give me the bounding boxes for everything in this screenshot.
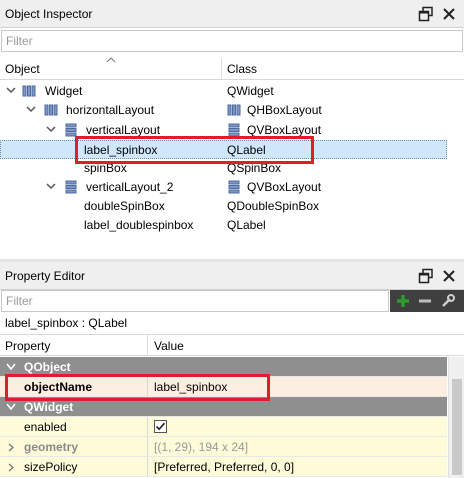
vbox-layout-icon	[65, 123, 77, 137]
collapse-arrow-icon[interactable]	[26, 104, 36, 114]
tree-class-name: QWidget	[227, 84, 274, 98]
col-value-header[interactable]: Value	[154, 339, 184, 353]
tree-class-name: QLabel	[227, 218, 266, 232]
tree-object-name: spinBox	[84, 161, 127, 175]
tree-row-widget[interactable]: Widget QWidget	[0, 82, 447, 101]
tree-class-name: QDoubleSpinBox	[227, 199, 320, 213]
expand-arrow-icon[interactable]	[8, 463, 14, 472]
collapse-arrow-icon[interactable]	[6, 403, 16, 411]
tree-object-name: Widget	[45, 84, 83, 98]
collapse-arrow-icon[interactable]	[46, 124, 56, 134]
col-object-header[interactable]: Object	[5, 62, 40, 76]
property-filter-input[interactable]: Filter	[1, 290, 389, 312]
tree-object-name: verticalLayout	[86, 123, 161, 137]
property-scrollbar[interactable]	[448, 357, 464, 478]
property-value[interactable]: [Preferred, Preferred, 0, 0]	[154, 460, 294, 474]
checkbox-checked-icon[interactable]	[154, 420, 167, 433]
filter-placeholder: Filter	[6, 294, 33, 308]
tree-row-label-spinbox[interactable]: label_spinbox QLabel	[0, 140, 447, 159]
collapse-arrow-icon[interactable]	[6, 363, 16, 371]
form-layout-icon	[22, 85, 36, 97]
vbox-layout-icon	[65, 180, 77, 194]
group-name: QWidget	[24, 400, 74, 414]
close-icon[interactable]	[441, 268, 457, 284]
property-name: objectName	[24, 380, 93, 394]
property-name: sizePolicy	[24, 460, 78, 474]
tree-row-double-spinbox[interactable]: doubleSpinBox QDoubleSpinBox	[0, 197, 447, 216]
float-icon[interactable]	[418, 6, 434, 22]
column-divider	[147, 437, 148, 456]
property-toolbar	[390, 290, 464, 312]
column-divider	[147, 377, 148, 396]
property-row-geometry[interactable]: geometry [(1, 29), 194 x 24]	[0, 437, 447, 457]
column-separator[interactable]	[221, 58, 222, 79]
property-table-header: Property Value	[0, 334, 464, 356]
scrollbar-thumb[interactable]	[452, 379, 462, 475]
col-property-header[interactable]: Property	[5, 339, 50, 353]
col-class-header[interactable]: Class	[227, 62, 257, 76]
property-value[interactable]: [(1, 29), 194 x 24]	[154, 440, 248, 454]
object-inspector-titlebar: Object Inspector	[0, 0, 464, 28]
column-separator[interactable]	[147, 335, 148, 355]
collapse-arrow-icon[interactable]	[6, 85, 16, 95]
vbox-layout-icon	[228, 180, 240, 194]
property-editor-titlebar: Property Editor	[0, 262, 464, 290]
tree-row-spinbox[interactable]: spinBox QSpinBox	[0, 159, 447, 178]
tree-class-name: QHBoxLayout	[247, 103, 322, 117]
sort-indicator-icon	[106, 57, 116, 63]
property-row-objectname[interactable]: objectName label_spinbox	[0, 377, 447, 397]
hbox-layout-icon	[44, 104, 58, 116]
object-inspector-title: Object Inspector	[5, 7, 93, 21]
tree-row-label-doublespinbox[interactable]: label_doublespinbox QLabel	[0, 216, 447, 235]
float-icon[interactable]	[418, 268, 434, 284]
tree-object-name: verticalLayout_2	[86, 180, 174, 194]
group-name: QObject	[24, 360, 71, 374]
property-name: geometry	[24, 440, 79, 454]
property-value[interactable]: label_spinbox	[154, 380, 227, 394]
property-editor-title: Property Editor	[5, 269, 86, 283]
tree-row-vertical-layout[interactable]: verticalLayout QVBoxLayout	[0, 121, 447, 140]
group-row-qwidget[interactable]: QWidget	[0, 397, 447, 417]
add-dynamic-property-icon[interactable]	[395, 293, 411, 309]
property-name: enabled	[24, 420, 67, 434]
tree-object-name: label_doublespinbox	[84, 218, 194, 232]
tree-row-vertical-layout-2[interactable]: verticalLayout_2 QVBoxLayout	[0, 178, 447, 197]
group-row-qobject[interactable]: QObject	[0, 357, 447, 377]
filter-placeholder: Filter	[6, 34, 33, 48]
object-filter-input[interactable]: Filter	[1, 30, 463, 52]
column-divider	[147, 417, 148, 436]
tree-class-name: QSpinBox	[227, 161, 282, 175]
hbox-layout-icon	[227, 104, 241, 116]
tree-class-name: QVBoxLayout	[247, 123, 322, 137]
column-divider	[147, 457, 148, 476]
tree-object-name: horizontalLayout	[66, 103, 155, 117]
tree-class-name: QLabel	[227, 143, 266, 157]
remove-property-icon[interactable]	[417, 293, 433, 309]
object-tree-header: Object Class	[0, 57, 464, 80]
expand-arrow-icon[interactable]	[8, 443, 14, 452]
collapse-arrow-icon[interactable]	[46, 181, 56, 191]
property-row-enabled[interactable]: enabled	[0, 417, 447, 437]
vbox-layout-icon	[228, 123, 240, 137]
property-context-label: label_spinbox : QLabel	[5, 316, 128, 330]
tree-row-horizontal-layout[interactable]: horizontalLayout QHBoxLayout	[0, 101, 447, 120]
close-icon[interactable]	[441, 6, 457, 22]
wrench-icon[interactable]	[440, 293, 456, 309]
tree-object-name: label_spinbox	[84, 143, 158, 157]
property-row-sizepolicy[interactable]: sizePolicy [Preferred, Preferred, 0, 0]	[0, 457, 447, 477]
tree-object-name: doubleSpinBox	[84, 199, 165, 213]
tree-class-name: QVBoxLayout	[247, 180, 322, 194]
